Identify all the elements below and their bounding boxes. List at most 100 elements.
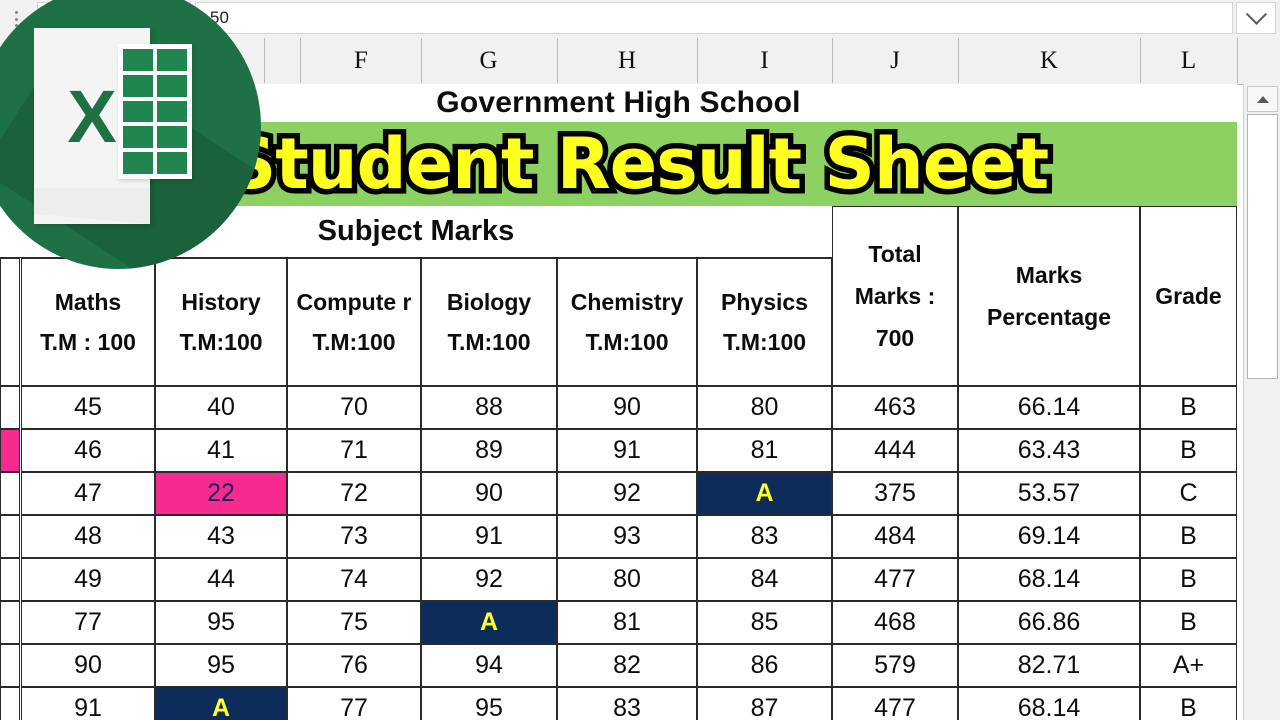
formula-input[interactable]: 50 <box>195 2 1233 34</box>
cell-chemistry[interactable]: 80 <box>557 558 697 601</box>
cell-maths[interactable]: 45 <box>21 386 155 429</box>
row-stub-cell <box>0 687 20 720</box>
cell-grade[interactable]: B <box>1140 687 1237 720</box>
cell-total[interactable]: 375 <box>832 472 958 515</box>
cell-percentage[interactable]: 68.14 <box>958 687 1140 720</box>
scroll-up-arrow-icon[interactable] <box>1247 86 1278 112</box>
cell-physics[interactable]: 80 <box>697 386 832 429</box>
column-header-l[interactable]: L <box>1140 38 1238 83</box>
cell-grade[interactable]: B <box>1140 558 1237 601</box>
cell-history[interactable]: 43 <box>155 515 287 558</box>
cell-biology[interactable]: 95 <box>421 687 557 720</box>
cell-computer-text: 73 <box>340 522 368 550</box>
cell-physics[interactable]: 83 <box>697 515 832 558</box>
subject-name: Chemistry <box>570 288 684 315</box>
column-header-compute-r: Compute r T.M:100 <box>287 258 421 386</box>
cell-physics[interactable]: 85 <box>697 601 832 644</box>
cell-biology[interactable]: 91 <box>421 515 557 558</box>
cell-history-text: 41 <box>207 436 235 464</box>
cell-maths[interactable]: 90 <box>21 644 155 687</box>
chevron-down-icon[interactable] <box>1236 2 1276 34</box>
cell-physics[interactable]: 84 <box>697 558 832 601</box>
cell-total[interactable]: 579 <box>832 644 958 687</box>
cell-total-text: 468 <box>874 608 916 636</box>
cell-biology[interactable]: 88 <box>421 386 557 429</box>
cell-computer[interactable]: 72 <box>287 472 421 515</box>
cell-maths[interactable]: 46 <box>21 429 155 472</box>
cell-computer[interactable]: 76 <box>287 644 421 687</box>
cell-physics[interactable]: 86 <box>697 644 832 687</box>
cell-maths[interactable]: 49 <box>21 558 155 601</box>
cell-history[interactable]: 40 <box>155 386 287 429</box>
cell-biology[interactable]: A <box>421 601 557 644</box>
cell-chemistry[interactable]: 92 <box>557 472 697 515</box>
cell-total[interactable]: 468 <box>832 601 958 644</box>
cell-maths[interactable]: 47 <box>21 472 155 515</box>
cell-computer[interactable]: 77 <box>287 687 421 720</box>
cell-physics[interactable]: A <box>697 472 832 515</box>
cell-grade[interactable]: B <box>1140 515 1237 558</box>
cell-maths[interactable]: 77 <box>21 601 155 644</box>
cell-computer-text: 70 <box>340 393 368 421</box>
cell-chemistry[interactable]: 81 <box>557 601 697 644</box>
column-header-h[interactable]: H <box>557 38 698 83</box>
cell-biology[interactable]: 92 <box>421 558 557 601</box>
cell-percentage[interactable]: 63.43 <box>958 429 1140 472</box>
column-header-grade: Grade <box>1140 206 1237 386</box>
cell-biology[interactable]: 90 <box>421 472 557 515</box>
cell-history[interactable]: 95 <box>155 601 287 644</box>
cell-maths[interactable]: 91 <box>21 687 155 720</box>
cell-chemistry[interactable]: 82 <box>557 644 697 687</box>
subject-name: Physics <box>721 288 808 315</box>
cell-physics[interactable]: 81 <box>697 429 832 472</box>
cell-chemistry[interactable]: 83 <box>557 687 697 720</box>
column-header-k[interactable]: K <box>958 38 1141 83</box>
cell-history-text: 95 <box>207 651 235 679</box>
cell-total[interactable]: 477 <box>832 687 958 720</box>
column-header-i[interactable]: I <box>697 38 833 83</box>
cell-physics[interactable]: 87 <box>697 687 832 720</box>
cell-percentage[interactable]: 53.57 <box>958 472 1140 515</box>
row-stub-cell <box>0 515 20 558</box>
cell-chemistry-text: 91 <box>613 436 641 464</box>
cell-percentage[interactable]: 69.14 <box>958 515 1140 558</box>
subject-total-marks: T.M:100 <box>585 329 669 355</box>
cell-history[interactable]: 44 <box>155 558 287 601</box>
cell-maths[interactable]: 48 <box>21 515 155 558</box>
cell-history[interactable]: 41 <box>155 429 287 472</box>
cell-percentage[interactable]: 66.14 <box>958 386 1140 429</box>
cell-total[interactable]: 477 <box>832 558 958 601</box>
cell-computer[interactable]: 71 <box>287 429 421 472</box>
column-header-j[interactable]: J <box>832 38 959 83</box>
cell-grade[interactable]: B <box>1140 386 1237 429</box>
cell-history[interactable]: 22 <box>155 472 287 515</box>
cell-computer[interactable]: 70 <box>287 386 421 429</box>
column-header-g[interactable]: G <box>420 38 558 83</box>
cell-percentage[interactable]: 82.71 <box>958 644 1140 687</box>
cell-grade[interactable]: A+ <box>1140 644 1237 687</box>
cell-total[interactable]: 463 <box>832 386 958 429</box>
cell-percentage[interactable]: 68.14 <box>958 558 1140 601</box>
cell-grade[interactable]: C <box>1140 472 1237 515</box>
cell-percentage[interactable]: 66.86 <box>958 601 1140 644</box>
cell-biology[interactable]: 94 <box>421 644 557 687</box>
cell-chemistry[interactable]: 93 <box>557 515 697 558</box>
cell-computer[interactable]: 73 <box>287 515 421 558</box>
cell-computer-text: 76 <box>340 651 368 679</box>
cell-history[interactable]: A <box>155 687 287 720</box>
vertical-scroll-thumb[interactable] <box>1247 114 1278 379</box>
cell-grade[interactable]: B <box>1140 429 1237 472</box>
cell-grade[interactable]: B <box>1140 601 1237 644</box>
cell-computer[interactable]: 75 <box>287 601 421 644</box>
cell-biology[interactable]: 89 <box>421 429 557 472</box>
cell-total[interactable]: 484 <box>832 515 958 558</box>
column-header-f[interactable]: F <box>300 38 422 83</box>
cell-chemistry[interactable]: 91 <box>557 429 697 472</box>
cell-chemistry[interactable]: 90 <box>557 386 697 429</box>
cell-computer[interactable]: 74 <box>287 558 421 601</box>
vertical-scrollbar[interactable] <box>1243 84 1280 720</box>
cell-chemistry-text: 80 <box>613 565 641 593</box>
cell-physics-text: 83 <box>750 522 779 550</box>
cell-history[interactable]: 95 <box>155 644 287 687</box>
cell-total[interactable]: 444 <box>832 429 958 472</box>
